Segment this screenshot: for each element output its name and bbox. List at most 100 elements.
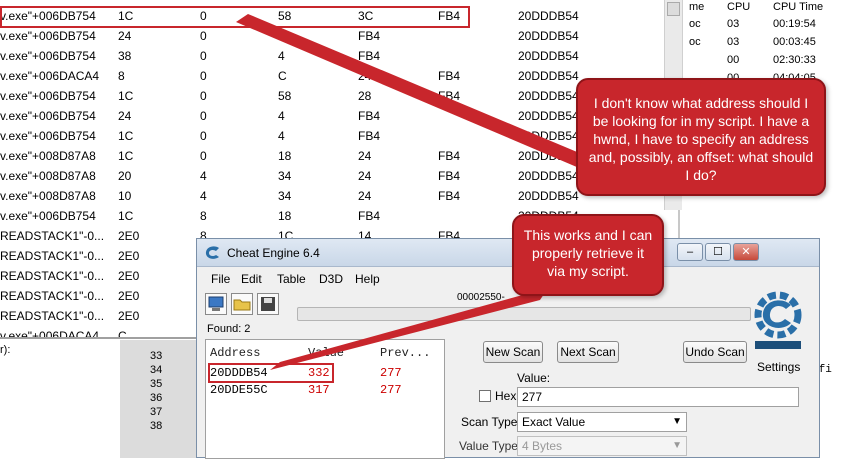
table-cell: FB4 [438, 189, 461, 203]
chevron-down-icon: ▼ [672, 416, 682, 427]
process-cell: 00:19:54 [773, 18, 816, 30]
process-cell: oc [689, 18, 701, 30]
table-cell: 0 [200, 29, 207, 43]
cheat-engine-big-logo-icon[interactable] [753, 291, 803, 353]
process-cell: 03 [727, 36, 740, 48]
table-cell: 20DDDB54 [518, 149, 579, 163]
value-input[interactable]: 277 [517, 387, 799, 407]
table-cell: 0 [200, 149, 207, 163]
table-cell: 18 [278, 29, 292, 43]
table-cell: v.exe"+006DB754 [0, 89, 96, 103]
scan-type-select[interactable]: Exact Value ▼ [517, 412, 687, 432]
table-cell: FB4 [358, 129, 381, 143]
table-cell: 4 [278, 129, 285, 143]
result-prev: 277 [380, 366, 402, 380]
new-scan-button[interactable]: New Scan [483, 341, 543, 363]
menu-bar: File Edit Table D3D Help [197, 269, 819, 289]
table-cell: FB4 [438, 89, 461, 103]
folder-icon [233, 299, 251, 311]
table-cell: C [278, 69, 287, 83]
table-cell: 10 [118, 189, 132, 203]
table-cell: 38 [118, 49, 132, 63]
table-cell: 18 [278, 209, 292, 223]
title-bar[interactable]: Cheat Engine 6.4 – ☐ ✕ [197, 239, 819, 267]
menu-edit[interactable]: Edit [241, 272, 262, 286]
callout-question: I don't know what address should I be lo… [576, 78, 826, 196]
table-cell: 4 [200, 189, 207, 203]
scan-type-label: Scan Type [461, 415, 518, 429]
table-cell: 24 [118, 109, 132, 123]
hex-label[interactable]: Hex [495, 389, 516, 403]
process-row[interactable]: 00 02:30:33 [683, 52, 833, 70]
table-cell: 24 [358, 189, 372, 203]
process-cell: 00 [727, 54, 740, 66]
scan-results-list: Address Value Prev... 20DDDB54 332 277 20DD… [205, 339, 445, 459]
table-cell: 20DDDB54 [518, 109, 579, 123]
table-cell: READSTACK1"-0... [0, 229, 105, 243]
line-number: 33 [150, 350, 163, 362]
table-row[interactable]: v.exe"+006DB754 38 0 4 FB4 20DDDB54 [0, 46, 680, 66]
settings-label[interactable]: Settings [757, 360, 800, 374]
column-value[interactable]: Value [308, 346, 344, 360]
table-cell: 2E0 [118, 249, 140, 263]
table-cell: 4 [200, 169, 207, 183]
menu-help[interactable]: Help [355, 272, 380, 286]
process-column-cpu[interactable]: CPU [727, 0, 750, 16]
open-file-button[interactable] [231, 293, 253, 315]
column-previous[interactable]: Prev... [380, 346, 430, 360]
hex-checkbox[interactable] [479, 390, 491, 402]
value-type-select[interactable]: 4 Bytes ▼ [517, 436, 687, 456]
result-address: 20DDE55C [210, 383, 268, 397]
table-cell: FB4 [358, 29, 381, 43]
table-cell: 24 [118, 29, 132, 43]
table-cell: READSTACK1"-0... [0, 269, 105, 283]
table-cell: FB4 [438, 149, 461, 163]
value-type-label: Value Type [459, 439, 518, 453]
table-cell: 8 [200, 209, 207, 223]
scrollbar-thumb[interactable] [667, 2, 680, 16]
table-cell: 20DDDB54 [518, 189, 579, 203]
next-scan-button[interactable]: Next Scan [557, 341, 619, 363]
select-process-button[interactable] [205, 293, 227, 315]
table-cell: 24 [358, 149, 372, 163]
menu-table[interactable]: Table [277, 272, 306, 286]
table-cell: 0 [200, 89, 207, 103]
maximize-button[interactable]: ☐ [705, 243, 731, 261]
table-cell: FB4 [358, 209, 381, 223]
table-cell: READSTACK1"-0... [0, 249, 105, 263]
table-cell: 20DDDB54 [518, 129, 579, 143]
minimize-button[interactable]: – [677, 243, 703, 261]
process-row[interactable]: oc 03 00:19:54 [683, 16, 833, 34]
highlight-result-row [208, 363, 334, 383]
result-row[interactable]: 20DDE55C 317 277 [206, 383, 444, 399]
window-title: Cheat Engine 6.4 [227, 246, 320, 260]
table-cell: FB4 [358, 49, 381, 63]
column-address[interactable]: Address [210, 346, 260, 360]
menu-file[interactable]: File [211, 272, 230, 286]
table-cell: 20DDDB54 [518, 89, 579, 103]
editor-text-fragment: r): [0, 344, 11, 356]
undo-scan-button[interactable]: Undo Scan [683, 341, 747, 363]
table-cell: 20DDDB54 [518, 9, 579, 23]
save-button[interactable] [257, 293, 279, 315]
found-count: Found: 2 [207, 323, 251, 335]
table-cell: 20DDDB54 [518, 69, 579, 83]
chevron-down-icon: ▼ [672, 440, 682, 451]
table-cell: 34 [278, 169, 292, 183]
floppy-disk-icon [261, 297, 275, 311]
process-row[interactable]: oc 03 00:03:45 [683, 34, 833, 52]
table-cell: v.exe"+008D87A8 [0, 149, 96, 163]
result-prev: 277 [380, 383, 402, 397]
process-column-cpu-time[interactable]: CPU Time [773, 0, 823, 16]
close-button[interactable]: ✕ [733, 243, 759, 261]
callout-works: This works and I can properly retrieve i… [512, 214, 664, 296]
table-cell: 18 [278, 149, 292, 163]
table-row[interactable]: v.exe"+006DB754 24 0 18 FB4 20DDDB54 [0, 26, 680, 46]
process-column-name[interactable]: me [689, 0, 704, 16]
panel-divider-bottom [0, 337, 197, 339]
menu-d3d[interactable]: D3D [319, 272, 343, 286]
table-cell: 20 [118, 169, 132, 183]
process-cell: oc [689, 36, 701, 48]
table-cell: 24 [358, 169, 372, 183]
table-cell: 1C [118, 89, 134, 103]
